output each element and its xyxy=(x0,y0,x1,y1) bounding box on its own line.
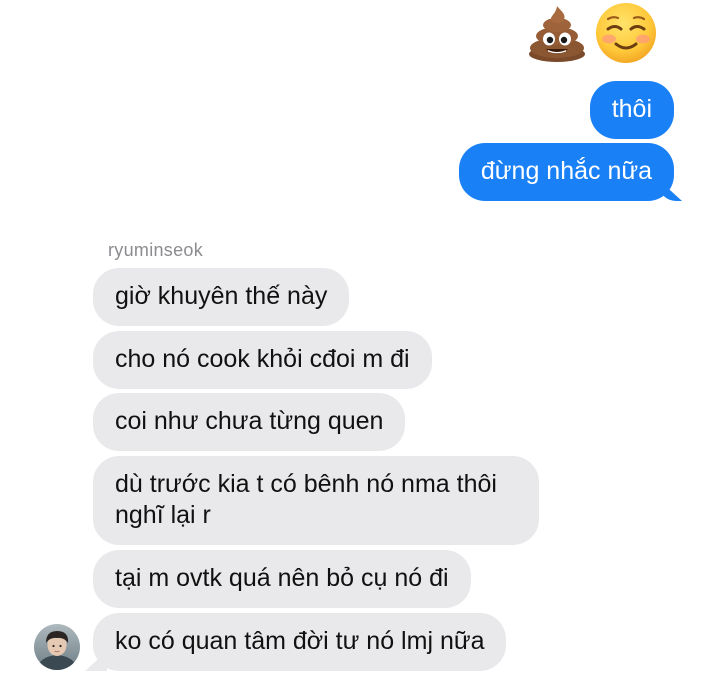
sent-message-bubble[interactable]: thôi xyxy=(589,81,674,139)
received-message-bubble[interactable]: cho nó cook khỏi cđoi m đi xyxy=(93,331,432,389)
message-text: giờ khuyên thế này xyxy=(115,282,328,310)
message-text: thôi xyxy=(611,95,652,123)
message-text: coi như chưa từng quen xyxy=(115,407,384,435)
message-text: dù trước kia t có bênh nó nma thôi nghĩ … xyxy=(115,470,497,529)
sender-name: ryuminseok xyxy=(108,240,204,260)
message-text: cho nó cook khỏi cđoi m đi xyxy=(115,345,410,373)
message-text: ko có quan tâm đời tư nó lmj nữa xyxy=(115,627,485,655)
sender-avatar[interactable] xyxy=(34,624,80,670)
received-message-bubble[interactable]: giờ khuyên thế này xyxy=(93,268,350,326)
message-text: đừng nhắc nữa xyxy=(480,157,652,185)
received-message-bubble[interactable]: dù trước kia t có bênh nó nma thôi nghĩ … xyxy=(93,456,539,545)
emoji-message[interactable] xyxy=(526,0,658,66)
received-message-bubble[interactable]: ko có quan tâm đời tư nó lmj nữa xyxy=(93,613,507,671)
user-avatar-photo-icon xyxy=(34,624,80,670)
message-text: tại m ovtk quá nên bỏ cụ nó đi xyxy=(115,564,449,592)
received-message-bubble[interactable]: tại m ovtk quá nên bỏ cụ nó đi xyxy=(93,550,471,608)
sent-message-bubble[interactable]: đừng nhắc nữa xyxy=(458,143,674,201)
pile-of-poo-emoji-icon xyxy=(526,2,588,64)
smiling-face-emoji-icon xyxy=(594,1,658,65)
received-message-bubble[interactable]: coi như chưa từng quen xyxy=(93,393,406,451)
